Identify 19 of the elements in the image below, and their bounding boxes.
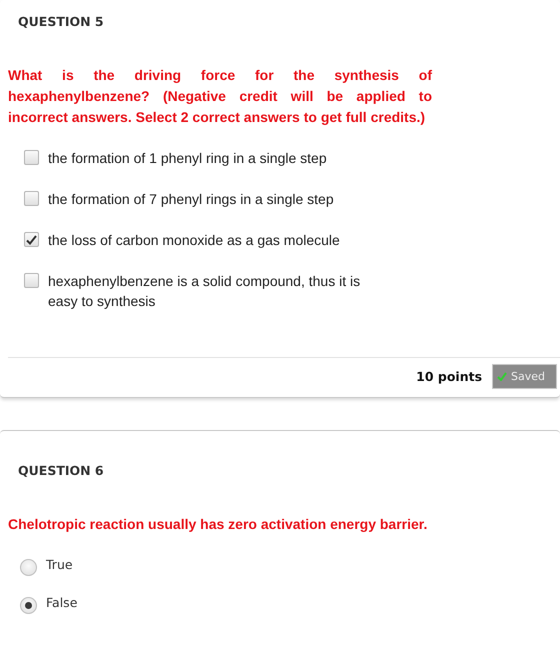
question-prompt: Chelotropic reaction usually has zero activation energy barrier. [8,515,428,534]
checkbox[interactable] [24,191,39,206]
radio-button[interactable] [20,597,37,614]
checkbox[interactable] [24,232,39,247]
option-label: hexaphenylbenzene is a solid compound, thus it is easy to synthesis [48,272,362,311]
option-label: the formation of 7 phenyl rings in a single step [48,190,335,209]
question-prompt: What is the driving force for the synthesis of hexaphenylbenzene? (Negative credit will be applied to incorrect answers. Select 2 correct answers to get full credits.) [8,66,432,127]
question-title: QUESTION 5 [18,14,105,29]
radio-button[interactable] [20,559,37,576]
option-label: False [46,594,78,612]
question-title: QUESTION 6 [18,463,105,478]
option-label: the formation of 1 phenyl ring in a single step [48,149,328,168]
option-label: the loss of carbon monoxide as a gas molecule [48,231,341,250]
check-icon [497,372,508,381]
saved-status: Saved [492,364,557,389]
option-label: True [46,556,73,574]
points-label: 10 points [416,369,482,384]
checkbox[interactable] [24,273,39,288]
checkbox[interactable] [24,150,39,165]
